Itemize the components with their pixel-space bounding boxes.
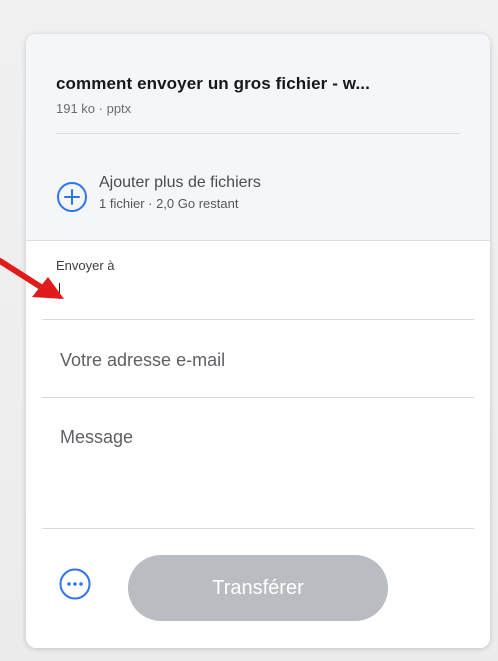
email-field (42, 320, 474, 398)
add-more-title: Ajouter plus de fichiers (99, 174, 261, 191)
recipient-label: Envoyer à (56, 258, 115, 273)
file-name: comment envoyer un gros fichier - w... (56, 74, 370, 93)
file-meta: 191 ko · pptx (56, 101, 132, 116)
file-item: comment envoyer un gros fichier - w... 1… (56, 74, 460, 116)
message-input[interactable] (58, 425, 462, 519)
transfer-panel: comment envoyer un gros fichier - w... 1… (26, 34, 490, 648)
add-more-subtitle: 1 fichier · 2,0 Go restant (99, 196, 239, 211)
message-field (42, 398, 474, 529)
plus-circle-icon (57, 182, 87, 212)
transfer-button[interactable]: Transférer (128, 555, 388, 621)
add-more-files-button[interactable]: Ajouter plus de fichiers 1 fichier · 2,0… (56, 174, 261, 224)
email-input[interactable] (58, 346, 462, 374)
recipient-field: Envoyer à (42, 241, 474, 320)
upload-zone: comment envoyer un gros fichier - w... 1… (26, 34, 490, 241)
file-divider (56, 133, 460, 134)
text-caret (59, 283, 60, 299)
ellipsis-circle-icon[interactable] (58, 567, 92, 601)
screenshot-stage: comment envoyer un gros fichier - w... 1… (0, 0, 498, 661)
add-more-text: Ajouter plus de fichiers 1 fichier · 2,0… (99, 174, 261, 211)
panel-footer: Transférer (26, 529, 490, 648)
recipient-input[interactable] (56, 279, 460, 305)
